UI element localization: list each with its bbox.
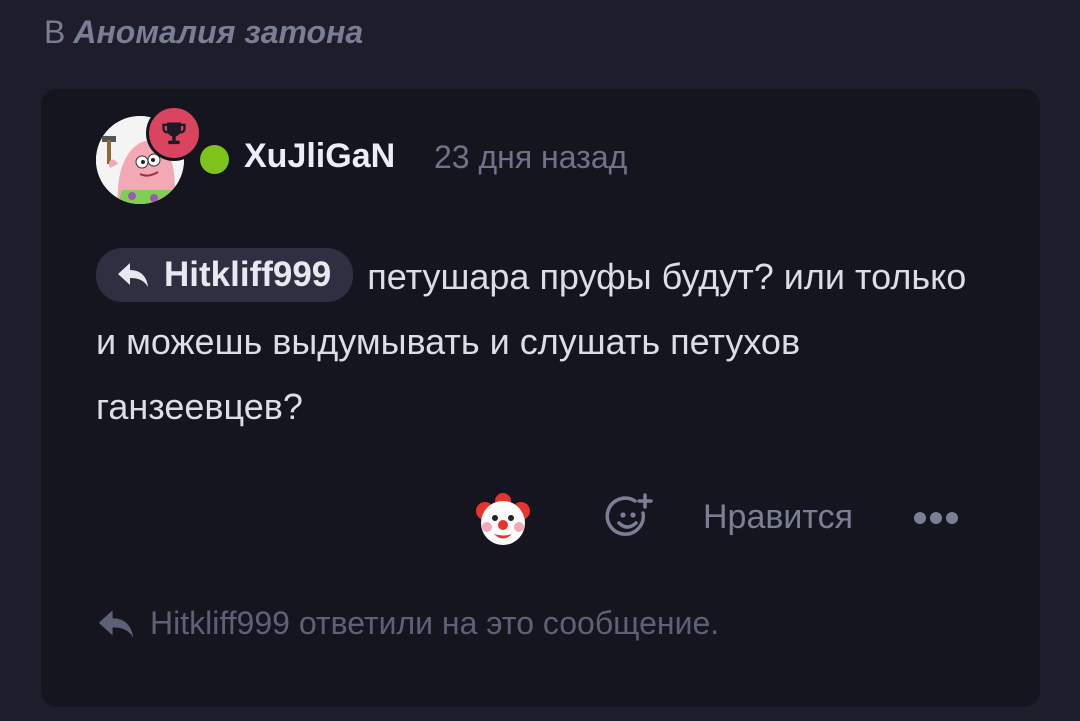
- more-options-button[interactable]: [913, 505, 959, 531]
- channel-context: В Аномалия затона: [44, 14, 363, 51]
- comment-card: XuJliGaN 23 дня назад Hitkliff999 петуша…: [41, 89, 1040, 707]
- comment-timestamp[interactable]: 23 дня назад: [434, 139, 627, 176]
- add-reaction-button[interactable]: [605, 493, 655, 543]
- clown-reaction[interactable]: [475, 493, 531, 549]
- context-prefix: В: [44, 14, 66, 50]
- replies-note[interactable]: Hitkliff999 ответили на это сообщение.: [96, 605, 719, 642]
- trophy-badge: [146, 105, 202, 161]
- author-name[interactable]: XuJliGaN: [244, 137, 395, 176]
- reply-to-username: Hitkliff999: [164, 255, 332, 295]
- page: В Аномалия затона XuJliGaN 23 дня назад …: [0, 0, 1080, 721]
- clown-emoji-icon: [476, 493, 530, 545]
- comment-actions: Нравится: [41, 489, 1040, 549]
- more-dots-icon: [914, 512, 958, 524]
- channel-link[interactable]: Аномалия затона: [73, 14, 363, 50]
- replies-note-text: Hitkliff999 ответили на это сообщение.: [150, 605, 720, 641]
- like-button[interactable]: Нравится: [703, 498, 853, 537]
- add-emoji-icon: [605, 493, 653, 536]
- online-status-indicator: [200, 145, 229, 174]
- reply-to-chip[interactable]: Hitkliff999: [96, 248, 354, 303]
- trophy-icon: [162, 122, 186, 145]
- reply-arrow-icon: [118, 263, 148, 288]
- comment-body: Hitkliff999 петушара пруфы будут? или то…: [96, 244, 996, 439]
- reply-arrow-icon: [98, 609, 134, 638]
